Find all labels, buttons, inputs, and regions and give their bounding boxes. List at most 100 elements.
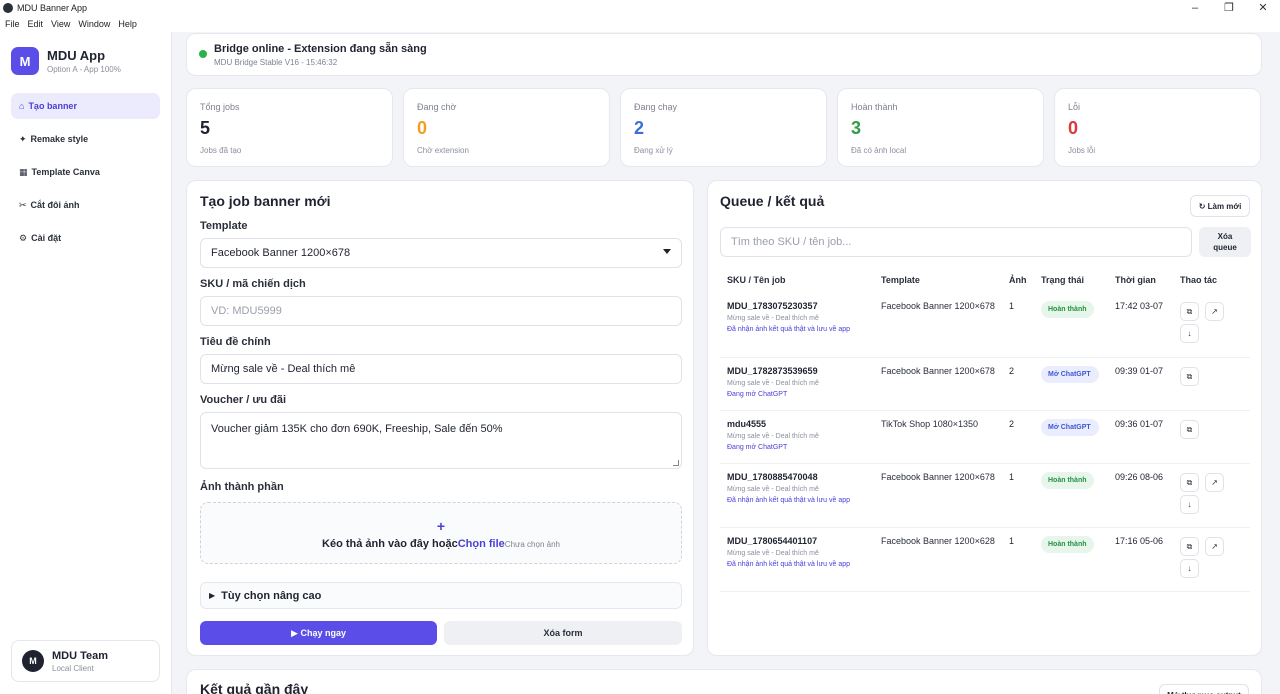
window-controls: – ❐ ✕ [1178,0,1280,16]
sidebar-item-label: Cài đặt [31,233,62,243]
menu-help[interactable]: Help [118,19,137,29]
voucher-textarea[interactable]: Voucher giảm 135K cho đơn 690K, Freeship… [200,412,682,469]
voucher-textarea-value: Voucher giảm 135K cho đơn 690K, Freeship… [211,423,503,435]
advanced-options-toggle[interactable]: ▶ Tùy chọn nâng cao [200,582,682,609]
job-note: Đang mở ChatGPT [727,391,788,398]
sparkle-icon: ✦ [19,133,27,144]
clear-form-button[interactable]: Xóa form [444,621,682,645]
stat-sub: Đang xử lý [634,146,673,155]
status-badge: Mở ChatGPT [1041,419,1099,436]
stat-label: Đang chờ [417,102,457,112]
clear-queue-label-1: Xóa [1217,232,1233,241]
job-time: 17:42 03-07 [1115,301,1164,311]
maximize-button[interactable]: ❐ [1212,0,1246,16]
status-title: Bridge online - Extension đang sẵn sàng [214,43,427,55]
download-icon[interactable]: ↓ [1180,324,1199,343]
stat-label: Đang chạy [634,102,678,112]
choose-file-link[interactable]: Chọn file [458,538,505,550]
template-select[interactable]: Facebook Banner 1200×678 [200,238,682,268]
status-badge: Mở ChatGPT [1041,366,1099,383]
team-card[interactable]: M MDU Team Local Client [11,640,160,682]
job-desc: Mừng sale về - Deal thích mê [727,486,819,493]
menu-file[interactable]: File [5,19,20,29]
headline-label: Tiêu đề chính [200,336,271,348]
stat-value: 2 [634,118,645,138]
chevron-down-icon [663,249,671,254]
sku-input-placeholder: VD: MDU5999 [211,305,282,317]
copy-icon[interactable]: ⧉ [1180,420,1199,439]
job-count: 2 [1009,366,1015,376]
minimize-button[interactable]: – [1178,0,1212,16]
queue-panel: Queue / kết quả ↻ Làm mới Tìm theo SKU /… [707,180,1262,656]
dropzone-label: Kéo thả ảnh vào đây hoặc [322,538,458,550]
menu-view[interactable]: View [51,19,70,29]
table-row[interactable]: MDU_1782873539659 Mừng sale về - Deal th… [720,358,1250,411]
table-row[interactable]: MDU_1780654401107 Mừng sale về - Deal th… [720,528,1250,592]
run-now-button[interactable]: ▶ Chạy ngay [200,621,437,645]
job-template: Facebook Banner 1200×678 [881,366,995,376]
image-dropzone[interactable]: + Kéo thả ảnh vào đây hoặcChọn fileChưa … [200,502,682,564]
download-icon[interactable]: ↓ [1180,559,1199,578]
copy-icon[interactable]: ⧉ [1180,302,1199,321]
job-count: 1 [1009,301,1015,311]
sidebar-item-label: Template Canva [31,167,100,177]
caret-right-icon: ▶ [209,591,216,600]
job-sku: MDU_1782873539659 [727,366,818,376]
clear-queue-label-2: queue [1213,243,1237,252]
open-external-icon[interactable]: ↗ [1205,302,1224,321]
copy-icon[interactable]: ⧉ [1180,367,1199,386]
queue-search-input[interactable]: Tìm theo SKU / tên job... [720,227,1192,257]
table-row[interactable]: MDU_1783075230357 Mừng sale về - Deal th… [720,293,1250,358]
recent-title: Kết quả gần đây [200,681,309,694]
job-template: Facebook Banner 1200×628 [881,536,995,546]
stat-value: 0 [417,118,428,138]
app-logo: M [11,47,39,75]
sidebar-item-label: Cắt đôi ảnh [30,200,80,210]
sku-input[interactable]: VD: MDU5999 [200,296,682,326]
sidebar-item-template-canva[interactable]: ▦ Template Canva [11,159,160,185]
headline-input-value: Mừng sale về - Deal thích mê [211,363,356,375]
copy-icon[interactable]: ⧉ [1180,537,1199,556]
job-sku: mdu4555 [727,419,767,429]
refresh-button[interactable]: ↻ Làm mới [1190,195,1250,217]
table-row[interactable]: MDU_1780885470048 Mừng sale về - Deal th… [720,464,1250,528]
headline-input[interactable]: Mừng sale về - Deal thích mê [200,354,682,384]
stat-card-done: Hoàn thành 3 Đã có ảnh local [837,88,1044,167]
stat-sub: Jobs lỗi [1068,146,1096,155]
template-select-value: Facebook Banner 1200×678 [211,247,351,259]
job-sku: MDU_1783075230357 [727,301,818,311]
job-desc: Mừng sale về - Deal thích mê [727,315,819,322]
resize-grip-icon[interactable] [673,460,679,466]
table-row[interactable]: mdu4555 Mừng sale về - Deal thích mê Đan… [720,411,1250,464]
sidebar-item-cai-dat[interactable]: ⚙ Cài đặt [11,225,160,251]
stat-card-running: Đang chạy 2 Đang xử lý [620,88,827,167]
avatar: M [22,650,44,672]
queue-title: Queue / kết quả [720,193,825,209]
open-output-folder-button[interactable]: Mở thư mục output [1159,684,1249,694]
sidebar-nav: ⌂ Tạo banner ✦ Remake style ▦ Template C… [11,93,160,258]
col-header-actions: Thao tác [1180,275,1218,285]
job-note: Đã nhận ảnh kết quả thật và lưu về app [727,561,850,568]
sidebar-item-tao-banner[interactable]: ⌂ Tạo banner [11,93,160,119]
menu-edit[interactable]: Edit [28,19,44,29]
stat-card-total: Tổng jobs 5 Jobs đã tạo [186,88,393,167]
clear-queue-button[interactable]: Xóa queue [1199,227,1251,257]
sidebar-item-cat-doi-anh[interactable]: ✂ Cắt đôi ảnh [11,192,160,218]
grid-icon: ▦ [19,166,28,177]
download-icon[interactable]: ↓ [1180,495,1199,514]
open-external-icon[interactable]: ↗ [1205,473,1224,492]
open-external-icon[interactable]: ↗ [1205,537,1224,556]
job-note: Đang mở ChatGPT [727,444,788,451]
sidebar-item-remake-style[interactable]: ✦ Remake style [11,126,160,152]
job-template: Facebook Banner 1200×678 [881,301,995,311]
close-button[interactable]: ✕ [1246,0,1280,16]
copy-icon[interactable]: ⧉ [1180,473,1199,492]
menu-window[interactable]: Window [78,19,110,29]
app-subtitle: Option A - App 100% [47,65,121,74]
stat-value: 5 [200,118,211,138]
voucher-label: Voucher / ưu đãi [200,394,286,406]
job-count: 1 [1009,472,1015,482]
col-header-status: Trạng thái [1041,275,1085,285]
status-dot-icon [199,50,207,58]
stat-card-error: Lỗi 0 Jobs lỗi [1054,88,1261,167]
